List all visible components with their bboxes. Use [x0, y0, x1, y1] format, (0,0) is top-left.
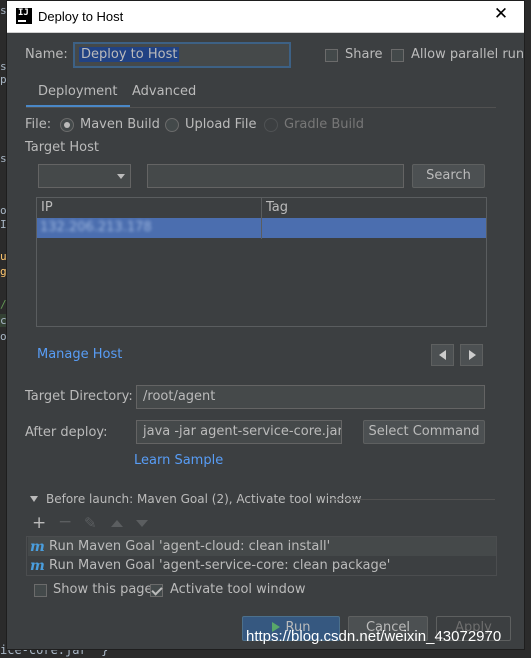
after-deploy-input[interactable]: java -jar agent-service-core.jar [136, 420, 342, 444]
maven-icon: m [30, 558, 45, 574]
deploy-dialog: IJ Deploy to Host ✕ Name: Deploy to Host… [6, 0, 525, 650]
search-button[interactable]: Search [412, 164, 485, 188]
allow-parallel-checkbox[interactable] [391, 49, 404, 62]
maven-build-radio[interactable] [60, 118, 74, 132]
move-up-icon[interactable] [111, 520, 123, 527]
share-label: Share [345, 47, 383, 62]
allow-parallel-label: Allow parallel run [411, 47, 525, 62]
list-item[interactable]: m Run Maven Goal 'agent-service-core: cl… [28, 556, 496, 575]
tab-divider [26, 107, 496, 108]
arrow-left-icon [439, 350, 446, 360]
manage-host-link[interactable]: Manage Host [37, 347, 122, 362]
add-icon[interactable]: + [32, 515, 46, 532]
select-command-button[interactable]: Select Command [363, 420, 485, 444]
maven-build-label: Maven Build [80, 117, 160, 132]
name-field[interactable]: Deploy to Host [73, 42, 291, 68]
host-table: IP Tag 132.206.213.178 [36, 197, 487, 327]
column-ip: IP [41, 200, 53, 215]
target-directory-input[interactable]: /root/agent [136, 385, 485, 409]
chevron-down-icon [117, 174, 125, 179]
gradle-build-label: Gradle Build [284, 117, 365, 132]
share-checkbox[interactable] [325, 49, 338, 62]
activate-tool-window-label: Activate tool window [170, 582, 306, 597]
gradle-build-radio[interactable] [264, 118, 278, 132]
tab-deployment[interactable]: Deployment [26, 78, 130, 108]
remove-icon[interactable]: − [58, 514, 72, 531]
file-label: File: [25, 117, 52, 132]
maven-icon: m [30, 539, 45, 555]
column-tag: Tag [266, 200, 289, 215]
dialog-titlebar: IJ Deploy to Host ✕ [7, 1, 524, 33]
watermark-text: https://blog.csdn.net/weixin_43072970 [246, 628, 502, 645]
column-divider [261, 198, 262, 239]
name-value: Deploy to Host [79, 47, 180, 62]
move-down-icon[interactable] [136, 520, 148, 527]
before-launch-header[interactable]: Before launch: Maven Goal (2), Activate … [46, 492, 361, 506]
show-page-label: Show this page [53, 582, 153, 597]
host-group-dropdown[interactable] [38, 164, 131, 188]
close-icon[interactable]: ✕ [492, 5, 510, 23]
learn-sample-link[interactable]: Learn Sample [134, 453, 223, 468]
tab-label: Deployment [38, 84, 118, 99]
activate-tool-window-checkbox[interactable] [150, 584, 163, 597]
expand-triangle-icon[interactable] [30, 496, 38, 502]
host-ip-cell: 132.206.213.178 [40, 220, 152, 235]
list-item-label: Run Maven Goal 'agent-cloud: clean insta… [49, 539, 331, 554]
upload-file-label: Upload File [185, 117, 257, 132]
target-directory-label: Target Directory: [25, 389, 133, 404]
dialog-title: Deploy to Host [38, 9, 124, 24]
next-page-button[interactable] [460, 344, 483, 366]
list-item[interactable]: m Run Maven Goal 'agent-cloud: clean ins… [28, 537, 496, 556]
intellij-app-icon: IJ [16, 8, 32, 24]
before-launch-list: m Run Maven Goal 'agent-cloud: clean ins… [26, 536, 497, 576]
before-launch-divider [330, 499, 495, 500]
tab-advanced[interactable]: Advanced [120, 78, 208, 108]
edit-icon[interactable]: ✎ [84, 516, 97, 531]
tab-label: Advanced [132, 84, 197, 99]
name-label: Name: [25, 47, 68, 62]
show-page-checkbox[interactable] [34, 584, 47, 597]
target-host-label: Target Host [25, 140, 99, 155]
upload-file-radio[interactable] [165, 118, 179, 132]
host-filter-input[interactable] [147, 164, 404, 188]
arrow-right-icon [469, 350, 476, 360]
prev-page-button[interactable] [431, 344, 454, 366]
list-item-label: Run Maven Goal 'agent-service-core: clea… [49, 558, 391, 573]
after-deploy-label: After deploy: [25, 425, 108, 440]
